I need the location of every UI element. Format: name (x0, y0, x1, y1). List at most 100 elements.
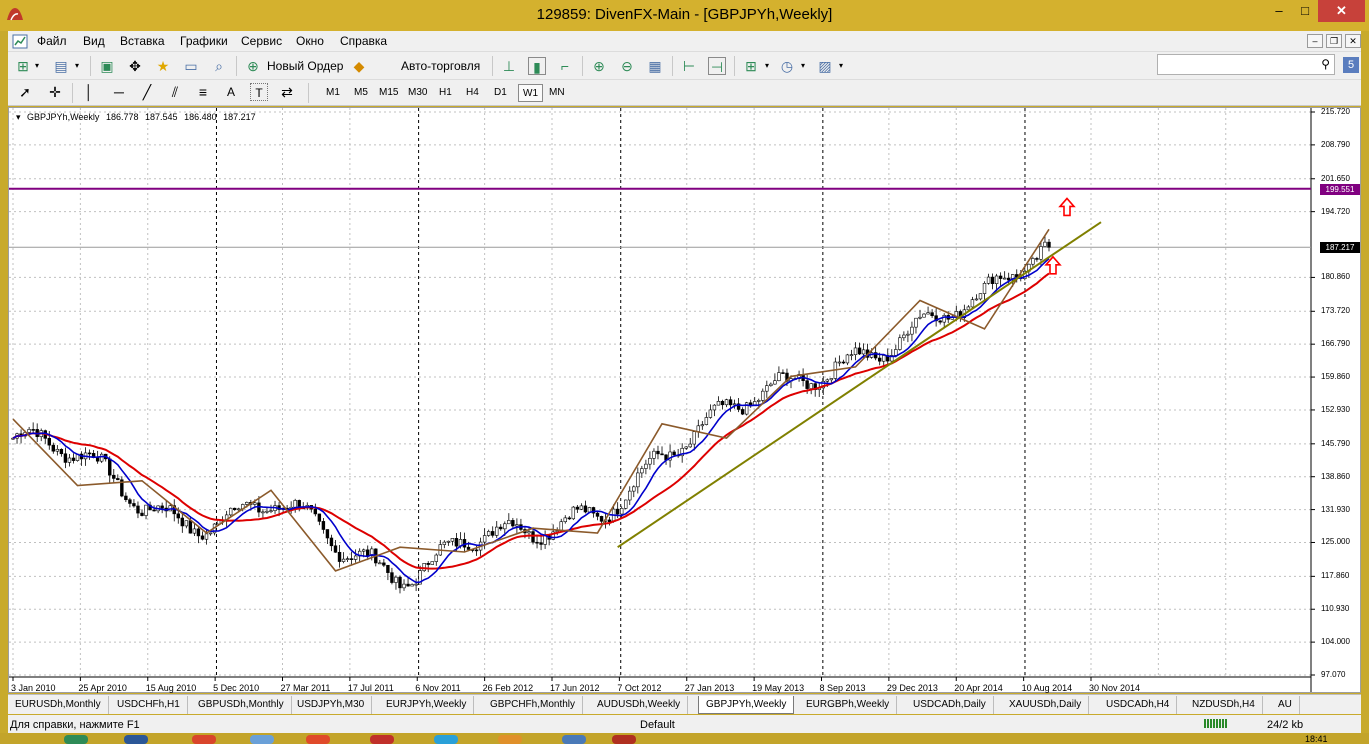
line-chart-icon[interactable]: ⌐ (556, 57, 574, 75)
autotrading-button[interactable]: Авто-торговля (401, 59, 480, 73)
mdi-restore-button[interactable]: ❐ (1326, 34, 1342, 48)
menu-view[interactable]: Вид (83, 34, 105, 48)
symbol-tab[interactable]: USDCADh,Daily (906, 696, 994, 714)
tile-windows-icon[interactable]: ▦ (646, 57, 664, 75)
date-label: 3 Jan 2010 (11, 683, 56, 693)
data-window-icon[interactable]: ✥ (126, 57, 144, 75)
taskbar-app-icon[interactable] (562, 735, 586, 744)
menu-window[interactable]: Окно (296, 34, 324, 48)
chart-info-line: ▾ GBPJPYh,Weekly 186.778 187.545 186.480… (16, 112, 260, 123)
cursor-icon[interactable]: ➚ (16, 83, 34, 101)
taskbar-app-icon[interactable] (124, 735, 148, 744)
chart-canvas[interactable] (9, 108, 1360, 692)
symbol-tab[interactable]: EURUSDh,Monthly (8, 696, 109, 714)
timeframe-m30[interactable]: M30 (404, 84, 431, 102)
vertical-line-icon[interactable]: │ (80, 83, 98, 101)
symbol-tab[interactable]: GBPUSDh,Monthly (191, 696, 292, 714)
timeframe-m15[interactable]: M15 (375, 84, 402, 102)
market-watch-icon[interactable]: ▣ (98, 57, 116, 75)
timeframe-h4[interactable]: H4 (462, 84, 483, 102)
mdi-minimize-button[interactable]: – (1307, 34, 1323, 48)
auto-scroll-icon[interactable]: ⊢ (680, 57, 698, 75)
symbol-tab[interactable]: USDCHFh,H1 (110, 696, 188, 714)
symbol-tab[interactable]: USDJPYh,M30 (290, 696, 373, 714)
chart-window-icon[interactable] (12, 34, 28, 49)
text-icon[interactable]: A (222, 83, 240, 101)
dropdown-arrow-icon[interactable]: ▾ (832, 57, 850, 75)
symbol-tab[interactable]: EURGBPh,Weekly (799, 696, 898, 714)
search-input[interactable]: ⚲ (1157, 54, 1335, 75)
symbol-tab[interactable]: XAUUSDh,Daily (1002, 696, 1090, 714)
taskbar-app-icon[interactable] (306, 735, 330, 744)
crosshair-icon[interactable]: ✛ (46, 83, 64, 101)
candle-body (910, 326, 914, 335)
symbol-tab[interactable]: EURJPYh,Weekly (379, 696, 475, 714)
equidistant-channel-icon[interactable]: ⫽ (166, 83, 184, 101)
trendline-icon[interactable]: ╱ (138, 83, 156, 101)
symbol-tab[interactable]: AUDUSDh,Weekly (590, 696, 689, 714)
taskbar-terminal-icon[interactable] (612, 735, 636, 744)
symbol-tab[interactable]: AU (1271, 696, 1300, 714)
fibonacci-icon[interactable]: ≡ (194, 83, 212, 101)
new-order-icon[interactable]: ⊕ (244, 57, 262, 75)
symbol-tab[interactable]: GBPJPYh,Weekly (698, 696, 795, 714)
taskbar-app-icon[interactable] (498, 735, 522, 744)
chart-collapse-icon[interactable]: ▾ (16, 112, 21, 122)
navigator-icon[interactable]: ★ (154, 57, 172, 75)
date-label: 26 Feb 2012 (482, 683, 534, 693)
candlestick-chart-icon[interactable]: ▮ (528, 57, 546, 75)
terminal-icon[interactable]: ▭ (182, 57, 200, 75)
candle-body (704, 417, 709, 425)
symbol-tab[interactable]: USDCADh,H4 (1099, 696, 1178, 714)
close-button[interactable]: ✕ (1318, 0, 1365, 22)
dropdown-arrow-icon[interactable]: ▾ (28, 57, 46, 75)
price-chart[interactable]: ▾ GBPJPYh,Weekly 186.778 187.545 186.480… (8, 107, 1361, 693)
menu-insert[interactable]: Вставка (120, 34, 165, 48)
dropdown-arrow-icon[interactable]: ▾ (68, 57, 86, 75)
candle-body (269, 510, 273, 512)
timeframe-d1[interactable]: D1 (490, 84, 511, 102)
autotrading-icon[interactable]: ◆ (350, 57, 368, 75)
taskbar-skype-icon[interactable] (434, 735, 458, 744)
taskbar-app-icon[interactable] (370, 735, 394, 744)
strategy-tester-icon[interactable]: ⌕ (210, 57, 228, 75)
arrows-icon[interactable]: ⇄ (278, 83, 296, 101)
chart-shift-icon[interactable]: ⊣ (708, 57, 726, 75)
dropdown-arrow-icon[interactable]: ▾ (794, 57, 812, 75)
chart-close: 187.217 (223, 112, 256, 122)
candle-body (152, 509, 156, 512)
price-label: 152.930 (1321, 404, 1350, 414)
candle-body (507, 520, 511, 525)
timeframe-h1[interactable]: H1 (435, 84, 456, 102)
timeframe-m5[interactable]: M5 (350, 84, 372, 102)
price-label: 173.720 (1321, 306, 1350, 316)
menu-charts[interactable]: Графики (180, 34, 228, 48)
timeframe-w1[interactable]: W1 (518, 84, 543, 102)
candle-body (708, 409, 713, 418)
candle-body (406, 583, 410, 587)
minimize-button[interactable]: – (1266, 0, 1292, 22)
new-order-button[interactable]: Новый Ордер (267, 59, 343, 73)
zoom-out-icon[interactable]: ⊖ (618, 57, 636, 75)
mdi-close-button[interactable]: ✕ (1345, 34, 1361, 48)
text-label-icon[interactable]: T (250, 83, 268, 101)
bar-chart-icon[interactable]: ⊥ (500, 57, 518, 75)
notifications-button[interactable]: 5 (1343, 57, 1359, 73)
menu-file[interactable]: Файл (37, 34, 67, 48)
dropdown-arrow-icon[interactable]: ▾ (758, 57, 776, 75)
taskbar-app-icon[interactable] (250, 735, 274, 744)
timeframe-m1[interactable]: M1 (322, 84, 344, 102)
search-icon[interactable]: ⚲ (1321, 57, 1330, 71)
zoom-in-icon[interactable]: ⊕ (590, 57, 608, 75)
maximize-button[interactable]: □ (1292, 0, 1318, 22)
menu-tools[interactable]: Сервис (241, 34, 282, 48)
candle-body (684, 446, 688, 449)
timeframe-mn[interactable]: MN (545, 84, 569, 102)
symbol-tab[interactable]: NZDUSDh,H4 (1185, 696, 1263, 714)
symbol-tab[interactable]: GBPCHFh,Monthly (483, 696, 584, 714)
separator (72, 83, 73, 103)
taskbar-app-icon[interactable] (64, 735, 88, 744)
menu-help[interactable]: Справка (340, 34, 387, 48)
horizontal-line-icon[interactable]: ─ (110, 83, 128, 101)
taskbar-browser-icon[interactable] (192, 735, 216, 744)
